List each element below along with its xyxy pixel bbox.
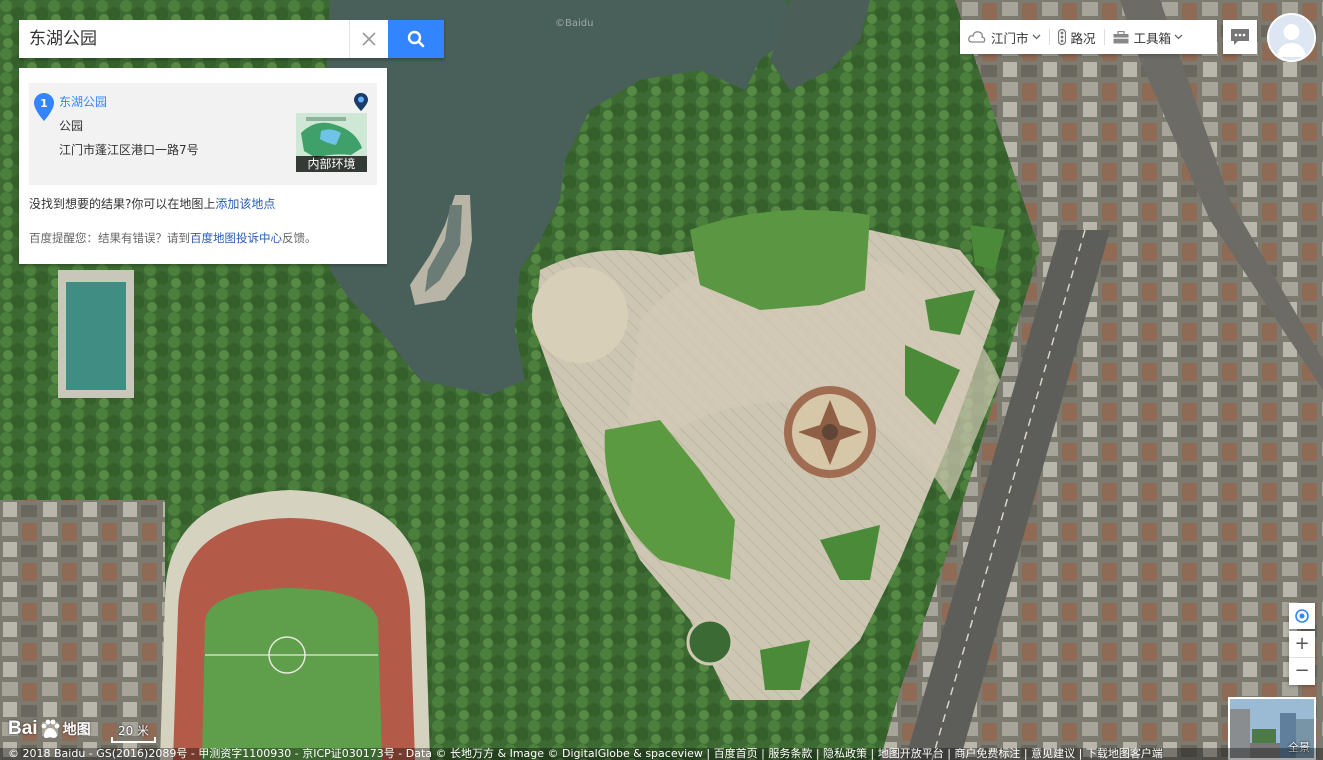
copyright-bar: © 2018 Baidu - GS(2016)2089号 - 甲测资字11009… xyxy=(0,748,1323,760)
locate-button[interactable] xyxy=(1289,603,1315,629)
add-place-link[interactable]: 添加该地点 xyxy=(215,197,275,211)
result-category: 公园 xyxy=(59,119,84,133)
marker-index: 1 xyxy=(40,97,48,110)
traffic-label: 路况 xyxy=(1070,30,1096,46)
result-item[interactable]: 1 东湖公园 公园 江门市蓬江区港口一路7号 内部环境 xyxy=(29,83,377,185)
scale-bar: 20 米 xyxy=(111,722,156,744)
zoom-out-button[interactable]: − xyxy=(1289,658,1315,685)
zoom-control: + − xyxy=(1289,631,1315,685)
result-thumbnail[interactable]: 内部环境 xyxy=(296,113,367,172)
city-label: 江门市 xyxy=(991,30,1029,46)
search-box: 东湖公园 xyxy=(19,20,444,58)
result-name-link[interactable]: 东湖公园 xyxy=(59,93,107,110)
avatar-icon xyxy=(1269,15,1314,60)
tip-suffix: 反馈。 xyxy=(282,231,317,245)
message-icon xyxy=(1231,29,1249,45)
search-button[interactable] xyxy=(388,20,444,58)
chevron-down-icon xyxy=(1032,34,1040,40)
location-marker-icon: 1 xyxy=(34,93,54,121)
not-found-hint: 没找到想要的结果?你可以在地图上添加该地点 xyxy=(29,195,275,212)
logo-text: Bai xyxy=(8,718,38,739)
traffic-light-icon xyxy=(1057,29,1066,45)
traffic-button[interactable]: 路况 xyxy=(1050,20,1104,54)
clear-search-button[interactable] xyxy=(349,20,388,58)
chevron-down-icon xyxy=(1174,34,1183,40)
locate-icon xyxy=(1295,609,1309,623)
complaint-center-link[interactable]: 百度地图投诉中心 xyxy=(190,231,282,245)
map-watermark: ©Baidu xyxy=(555,18,594,29)
city-selector[interactable]: 江门市 xyxy=(960,20,1049,54)
feedback-tip: 百度提醒您：结果有错误？请到百度地图投诉中心反馈。 xyxy=(29,230,317,246)
tip-prefix: 百度提醒您：结果有错误？请到 xyxy=(29,231,190,245)
search-icon xyxy=(407,30,425,48)
search-input[interactable]: 东湖公园 xyxy=(19,20,349,58)
result-address: 江门市蓬江区港口一路7号 xyxy=(59,143,199,157)
message-button[interactable] xyxy=(1223,20,1257,54)
zoom-in-button[interactable]: + xyxy=(1289,631,1315,658)
close-icon xyxy=(362,32,376,46)
scale-line xyxy=(111,737,156,743)
baidu-map-logo[interactable]: Bai 地图 xyxy=(8,714,91,744)
user-avatar[interactable] xyxy=(1267,13,1316,62)
search-results-panel: 1 东湖公园 公园 江门市蓬江区港口一路7号 内部环境 没找到想要的结果?你可以… xyxy=(19,68,387,264)
toolbox-label: 工具箱 xyxy=(1133,30,1172,46)
map-toolbar: 江门市 路况 工具箱 xyxy=(960,20,1217,54)
thumbnail-label: 内部环境 xyxy=(296,156,367,172)
cloud-icon xyxy=(968,31,986,43)
toolbox-icon xyxy=(1113,30,1129,43)
not-found-text: 没找到想要的结果?你可以在地图上 xyxy=(29,197,216,211)
toolbox-button[interactable]: 工具箱 xyxy=(1105,20,1192,54)
panorama-pin-icon[interactable] xyxy=(354,93,368,111)
baidu-paw-icon xyxy=(41,719,59,738)
logo-ditu: 地图 xyxy=(62,722,91,738)
